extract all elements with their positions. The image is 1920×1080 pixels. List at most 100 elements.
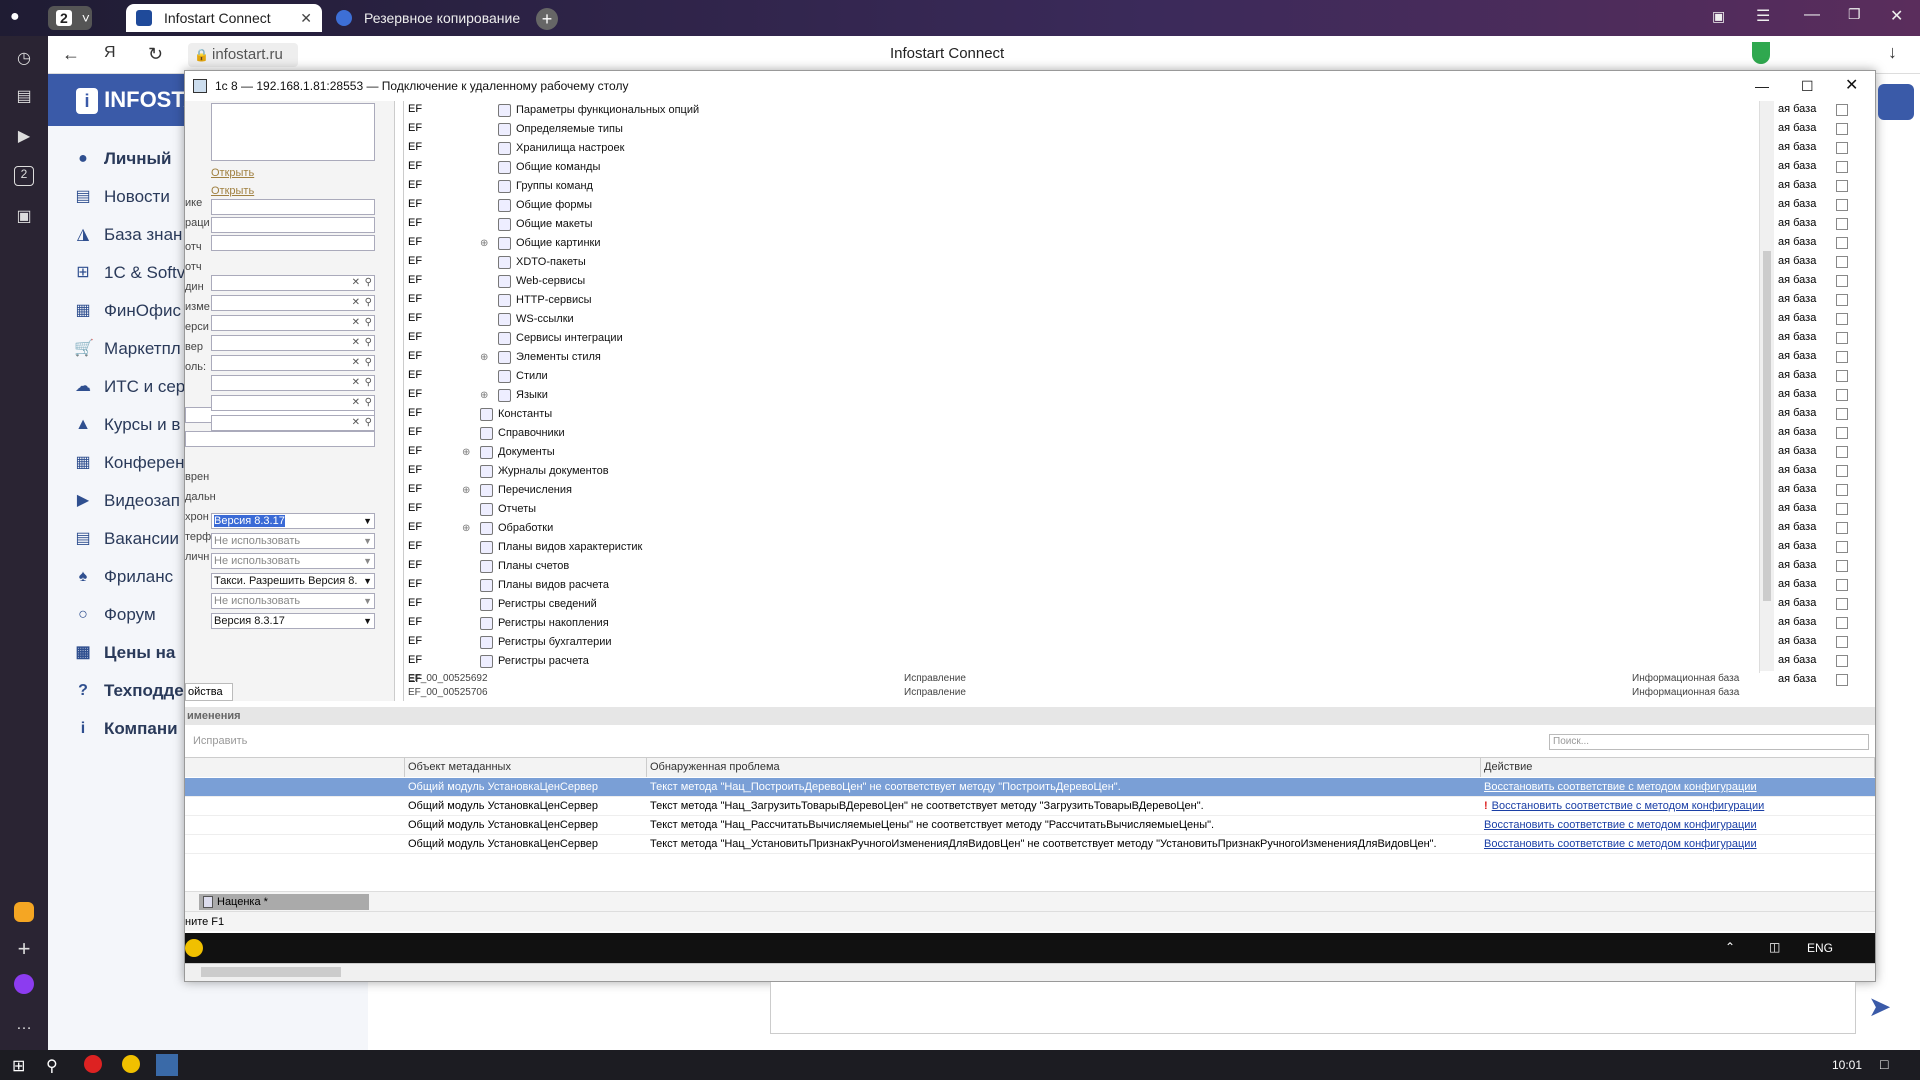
checkbox[interactable] xyxy=(1836,427,1848,439)
tree-item[interactable]: Web-сервисы xyxy=(498,272,585,291)
clear-icon[interactable]: ✕ xyxy=(352,376,360,390)
search-icon[interactable]: ⚲ xyxy=(365,276,372,290)
expand-icon[interactable]: ⊕ xyxy=(462,519,470,538)
1c-app-icon[interactable] xyxy=(122,1055,140,1073)
search-icon[interactable]: ⚲ xyxy=(365,416,372,430)
tree-item[interactable]: Журналы документов xyxy=(480,462,609,481)
tree-item[interactable]: Параметры функциональных опций xyxy=(498,101,699,120)
checkbox[interactable] xyxy=(1836,332,1848,344)
picker-field[interactable]: ✕ ⚲ xyxy=(211,355,375,371)
action-link[interactable]: Восстановить соответствие с методом конф… xyxy=(1484,838,1757,850)
tree-item[interactable]: WS-ссылки xyxy=(498,310,574,329)
picker-field[interactable]: ✕ ⚲ xyxy=(211,395,375,411)
tab-backup[interactable]: Резервное копирование xyxy=(326,4,526,32)
table-row[interactable]: Общий модуль УстановкаЦенСервер Текст мет… xyxy=(185,797,1875,816)
yandex-icon[interactable]: Я xyxy=(104,44,116,62)
action-cell[interactable]: Восстановить соответствие с методом конф… xyxy=(1481,816,1875,835)
action-cell[interactable]: Восстановить соответствие с методом конф… xyxy=(1481,778,1875,797)
action-link[interactable]: Восстановить соответствие с методом конф… xyxy=(1492,800,1765,812)
checkbox[interactable] xyxy=(1836,446,1848,458)
table-row[interactable]: Общий модуль УстановкаЦенСервер Текст мет… xyxy=(185,816,1875,835)
tree-item[interactable]: ⊕ Языки xyxy=(480,386,548,405)
reload-icon[interactable]: ↻ xyxy=(148,44,163,65)
column-header[interactable]: Объект метаданных xyxy=(405,758,647,777)
action-link[interactable]: Восстановить соответствие с методом конф… xyxy=(1484,819,1757,831)
horizontal-scrollbar[interactable] xyxy=(185,963,1875,981)
checkbox[interactable] xyxy=(1836,465,1848,477)
picker-field[interactable]: ✕ ⚲ xyxy=(211,295,375,311)
checkbox[interactable] xyxy=(1836,256,1848,268)
tree-item[interactable]: ⊕ Документы xyxy=(462,443,555,462)
select-field[interactable]: Не использовать ▼ xyxy=(211,553,375,569)
properties-tab[interactable]: ойства xyxy=(185,683,233,701)
close-window-icon[interactable]: ✕ xyxy=(1890,6,1903,26)
tree-item[interactable]: Справочники xyxy=(480,424,565,443)
yandex-browser-icon[interactable] xyxy=(84,1055,102,1073)
tree-item[interactable]: ⊕ Обработки xyxy=(462,519,553,538)
checkbox[interactable] xyxy=(1836,617,1848,629)
user-avatar[interactable] xyxy=(1878,84,1914,120)
checkbox[interactable] xyxy=(1836,161,1848,173)
clear-icon[interactable]: ✕ xyxy=(352,316,360,330)
text-field[interactable] xyxy=(211,217,375,233)
chevron-down-icon[interactable]: ▼ xyxy=(363,594,372,608)
table-row[interactable]: Общий модуль УстановкаЦенСервер Текст мет… xyxy=(185,778,1875,797)
maximize-icon[interactable]: ☐ xyxy=(1801,71,1814,101)
new-tab-button[interactable]: + xyxy=(536,8,558,30)
picker-field[interactable]: ✕ ⚲ xyxy=(211,275,375,291)
checkbox[interactable] xyxy=(1836,104,1848,116)
tree-item[interactable]: Регистры накопления xyxy=(480,614,609,633)
back-icon[interactable]: ← xyxy=(62,44,80,65)
lang-indicator[interactable]: ENG xyxy=(1807,941,1833,955)
tree-item[interactable]: ⊕ Общие картинки xyxy=(480,234,601,253)
search-icon[interactable]: ⚲ xyxy=(365,396,372,410)
minimize-icon[interactable]: — xyxy=(1804,6,1820,24)
tree-item[interactable]: Отчеты xyxy=(480,500,536,519)
chat-input[interactable] xyxy=(770,982,1856,1034)
select-field[interactable]: Такси. Разрешить Версия 8. ▼ xyxy=(211,573,375,589)
tree-item[interactable]: Общие формы xyxy=(498,196,592,215)
select-field[interactable]: Не использовать ▼ xyxy=(211,533,375,549)
checkbox[interactable] xyxy=(1836,199,1848,211)
checkbox[interactable] xyxy=(1836,484,1848,496)
more-icon[interactable]: … xyxy=(14,1016,34,1036)
tree-item[interactable]: Планы видов характеристик xyxy=(480,538,642,557)
add-icon[interactable]: + xyxy=(14,936,34,961)
rdp-app-icon[interactable] xyxy=(156,1054,178,1076)
tree-item[interactable]: Стили xyxy=(498,367,548,386)
checkbox[interactable] xyxy=(1836,351,1848,363)
expand-icon[interactable]: ⊕ xyxy=(462,481,470,500)
checkbox[interactable] xyxy=(1836,579,1848,591)
tree-item[interactable]: Общие команды xyxy=(498,158,600,177)
clear-icon[interactable]: ✕ xyxy=(352,276,360,290)
tray-chevron-icon[interactable]: ⌃ xyxy=(1725,940,1735,954)
window-tab[interactable]: Наценка * xyxy=(199,894,369,910)
chevron-down-icon[interactable]: ▼ xyxy=(363,614,372,628)
checkbox[interactable] xyxy=(1836,142,1848,154)
badge-icon[interactable]: 2 xyxy=(14,166,34,186)
tree-item[interactable]: Планы счетов xyxy=(480,557,569,576)
restore-icon[interactable]: ❐ xyxy=(1848,6,1861,23)
tab-count-badge[interactable]: 2 ˅ xyxy=(48,6,92,30)
chevron-down-icon[interactable]: ▼ xyxy=(363,514,372,528)
tab-infostart[interactable]: Infostart Connect ✕ xyxy=(126,4,322,32)
tree-item[interactable]: Хранилища настроек xyxy=(498,139,624,158)
picker-field[interactable]: ✕ ⚲ xyxy=(211,335,375,351)
history-icon[interactable]: ◷ xyxy=(14,48,34,68)
close-icon[interactable]: ✕ xyxy=(1845,71,1858,101)
search-icon[interactable]: ⚲ xyxy=(365,316,372,330)
search-icon[interactable]: ⚲ xyxy=(46,1056,58,1076)
expand-icon[interactable]: ⊕ xyxy=(480,234,488,253)
tree-item[interactable]: ⊕ Элементы стиля xyxy=(480,348,601,367)
1c-icon[interactable] xyxy=(185,939,203,957)
clear-icon[interactable]: ✕ xyxy=(352,296,360,310)
action-cell[interactable]: Восстановить соответствие с методом конф… xyxy=(1481,835,1875,854)
download-icon[interactable]: ↓ xyxy=(1888,42,1897,63)
tree-item[interactable]: Планы видов расчета xyxy=(480,576,609,595)
network-icon[interactable]: ◫ xyxy=(1769,940,1780,954)
column-header[interactable]: Действие xyxy=(1481,758,1875,777)
search-icon[interactable]: ⚲ xyxy=(365,376,372,390)
action-link[interactable]: Восстановить соответствие с методом конф… xyxy=(1484,781,1757,793)
tree-scrollbar[interactable] xyxy=(1760,101,1774,671)
notification-icon[interactable]: □ xyxy=(1880,1056,1888,1072)
